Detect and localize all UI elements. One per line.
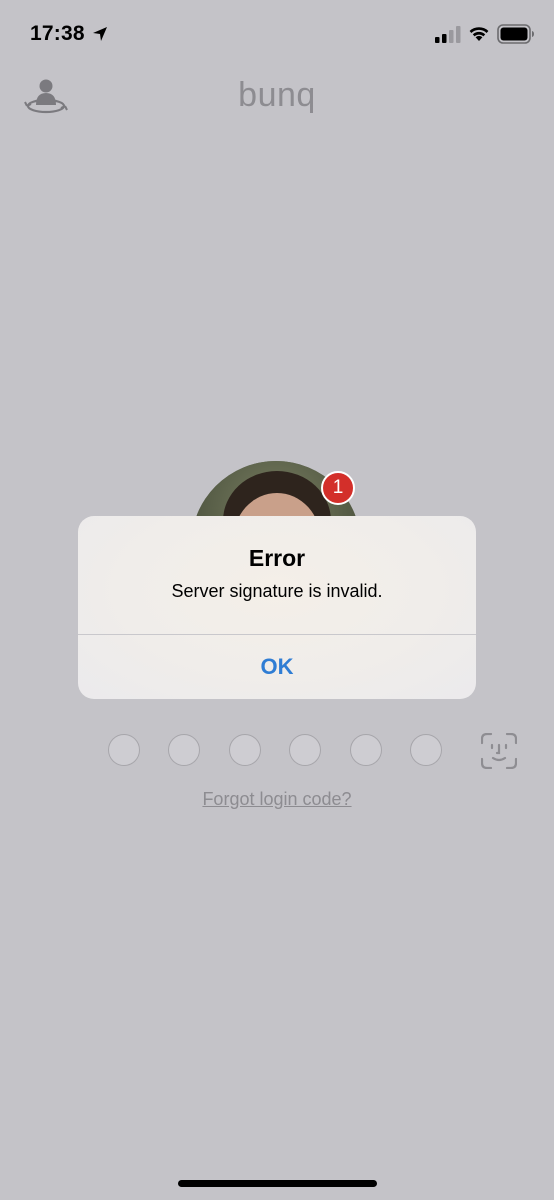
location-arrow-icon <box>93 27 107 41</box>
alert-message: Server signature is invalid. <box>171 581 383 601</box>
pin-dot <box>108 734 140 766</box>
pin-dot <box>350 734 382 766</box>
pin-dot <box>410 734 442 766</box>
pin-dot <box>168 734 200 766</box>
error-alert-dialog: Error Server signature is invalid. OK <box>78 516 476 699</box>
wifi-icon <box>469 27 489 41</box>
pin-dot <box>229 734 261 766</box>
forgot-login-code-link[interactable]: Forgot login code? <box>0 789 554 810</box>
alert-title: Error <box>248 545 306 571</box>
cellular-signal-icon <box>435 26 461 43</box>
status-time: 17:38 <box>30 22 85 45</box>
home-indicator[interactable] <box>178 1180 377 1187</box>
battery-icon <box>497 24 534 44</box>
notification-badge: 1 <box>321 471 355 505</box>
ok-button[interactable]: OK <box>78 635 476 699</box>
face-id-icon[interactable] <box>481 733 517 769</box>
pin-dot <box>289 734 321 766</box>
status-bar: 17:38 <box>0 0 554 70</box>
brand-logo: bunq <box>238 76 316 114</box>
